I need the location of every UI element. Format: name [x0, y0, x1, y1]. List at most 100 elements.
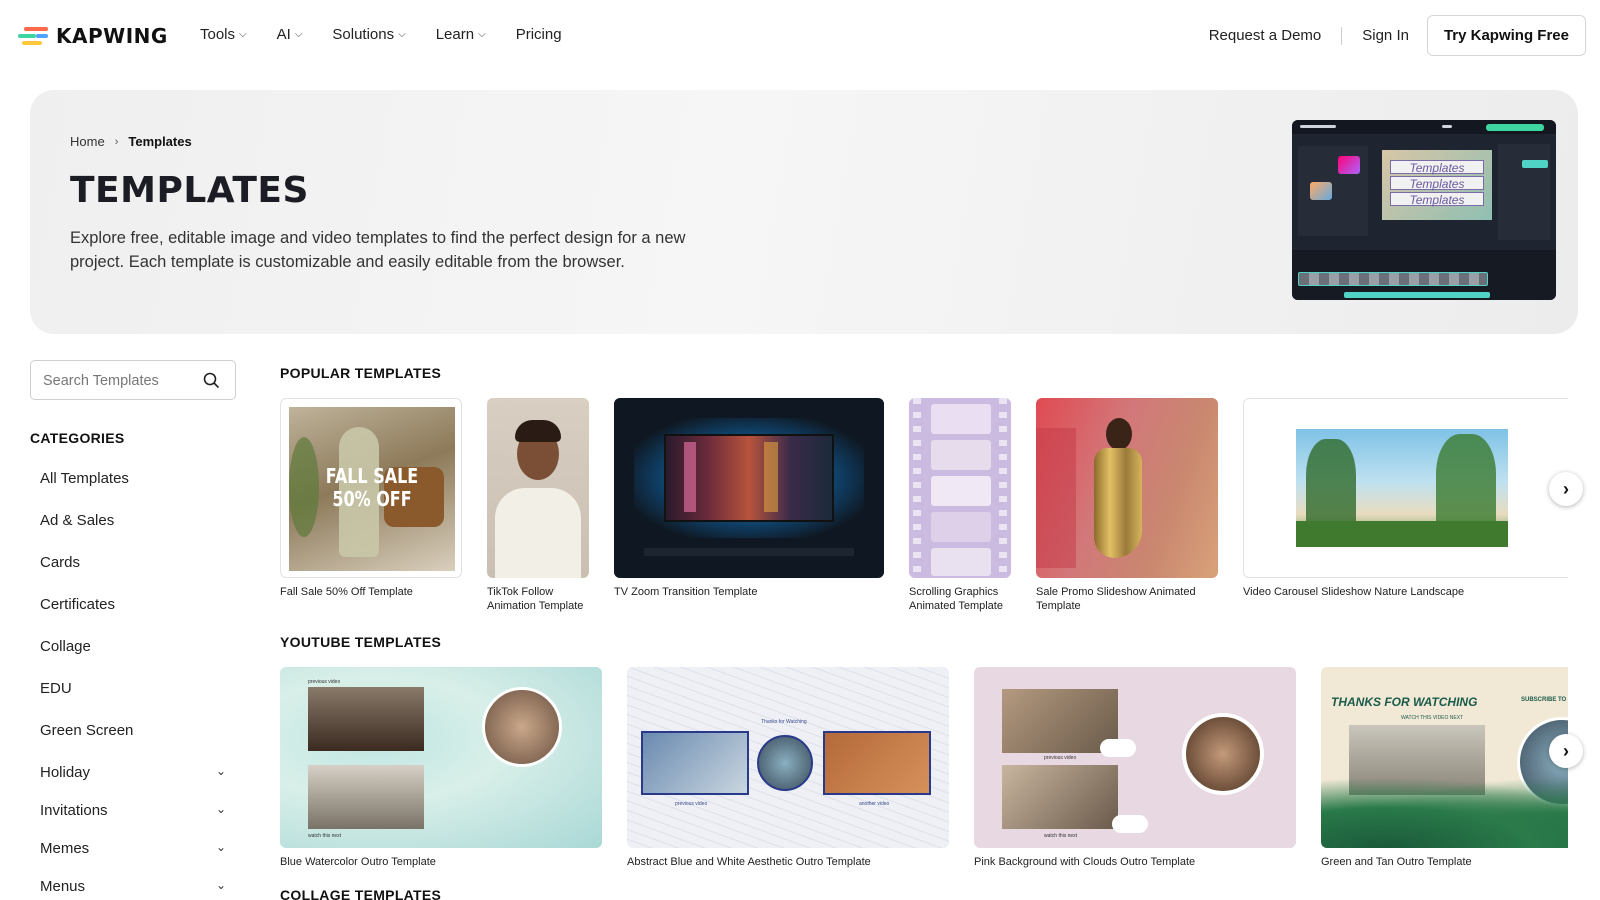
template-thumbnail — [1036, 398, 1218, 578]
template-caption: Fall Sale 50% Off Template — [280, 586, 413, 598]
category-label: Menus — [40, 878, 86, 895]
youtube-templates-row: previous video watch this next Blue Wate… — [280, 667, 1568, 872]
preview-text: Templates — [1390, 176, 1484, 191]
search-icon[interactable] — [203, 372, 219, 388]
thumb-label: WATCH THIS VIDEO NEXT — [1401, 715, 1464, 721]
top-nav: KAPWING Tools ⌵ AI ⌵ Solutions ⌵ Learn ⌵ Pri… — [0, 0, 1600, 70]
next-arrow-button[interactable]: › — [1549, 472, 1583, 506]
category-label: Green Screen — [40, 722, 134, 739]
category-all-templates[interactable]: All Templates — [40, 466, 230, 508]
nav-actions: Request a Demo Sign In Try Kapwing Free — [1209, 15, 1600, 56]
category-label: Memes — [40, 840, 90, 857]
categories-heading: CATEGORIES — [30, 430, 125, 446]
category-label: EDU — [40, 680, 72, 697]
request-demo-link[interactable]: Request a Demo — [1209, 27, 1322, 44]
category-label: Certificates — [40, 596, 116, 613]
thumb-label: THANKS FOR WATCHING — [1331, 695, 1478, 709]
category-certificates[interactable]: Certificates — [40, 592, 230, 634]
search-input[interactable] — [43, 369, 193, 393]
chevron-down-icon[interactable]: ⌄ — [216, 840, 226, 854]
popular-templates-row: FALL SALE 50% OFF Fall Sale 50% Off Temp… — [280, 398, 1568, 620]
preview-text: Templates — [1390, 160, 1484, 175]
nav-learn-label: Learn — [435, 26, 475, 43]
template-thumbnail — [487, 398, 589, 578]
thumb-label: another video — [859, 801, 890, 807]
category-holiday[interactable]: Holiday ⌄ — [40, 760, 230, 798]
thumb-label: SUBSCRIBE TO — [1521, 697, 1567, 703]
template-card[interactable]: FALL SALE 50% OFF Fall Sale 50% Off Temp… — [280, 398, 462, 599]
category-memes[interactable]: Memes ⌄ — [40, 836, 230, 874]
nav-tools[interactable]: Tools ⌵ — [200, 26, 247, 43]
template-thumbnail — [614, 398, 884, 578]
template-caption: Scrolling Graphics Animated Template — [909, 586, 1003, 612]
chevron-down-icon[interactable]: ⌄ — [216, 764, 226, 778]
template-caption: Abstract Blue and White Aesthetic Outro … — [627, 856, 871, 868]
thumb-label: previous video — [675, 801, 708, 807]
template-caption: Sale Promo Slideshow Animated Template — [1036, 586, 1196, 612]
template-caption: TikTok Follow Animation Template — [487, 586, 584, 612]
category-green-screen[interactable]: Green Screen — [40, 718, 230, 760]
nav-menu: Tools ⌵ AI ⌵ Solutions ⌵ Learn ⌵ Pricing — [200, 26, 592, 43]
next-arrow-button[interactable]: › — [1549, 734, 1583, 768]
template-card[interactable]: THANKS FOR WATCHING SUBSCRIBE TO WATCH T… — [1321, 667, 1568, 869]
template-card[interactable]: previous video watch this next Pink Back… — [974, 667, 1296, 869]
category-list: All Templates Ad & Sales Cards Certifica… — [40, 466, 230, 900]
search-box — [30, 360, 236, 400]
template-card[interactable]: previous video watch this next Blue Wate… — [280, 667, 602, 869]
chevron-down-icon[interactable]: ⌄ — [216, 802, 226, 816]
category-ad-sales[interactable]: Ad & Sales — [40, 508, 230, 550]
nav-solutions-label: Solutions — [332, 26, 395, 43]
chevron-right-icon: › — [1563, 740, 1569, 761]
sign-in-link[interactable]: Sign In — [1362, 27, 1409, 44]
chevron-down-icon: ⌵ — [239, 29, 247, 40]
template-card[interactable]: Scrolling Graphics Animated Template — [909, 398, 1011, 613]
preview-text: Templates — [1390, 192, 1484, 207]
chevron-right-icon: › — [114, 135, 119, 148]
template-thumbnail: Thanks for Watching previous video anoth… — [627, 667, 949, 848]
template-thumbnail: THANKS FOR WATCHING SUBSCRIBE TO WATCH T… — [1321, 667, 1568, 848]
template-thumbnail: previous video watch this next — [974, 667, 1296, 848]
template-thumbnail — [909, 398, 1011, 578]
section-title-popular: POPULAR TEMPLATES — [280, 365, 442, 381]
template-thumbnail: previous video watch this next — [280, 667, 602, 848]
category-edu[interactable]: EDU — [40, 676, 230, 718]
nav-pricing[interactable]: Pricing — [516, 26, 562, 43]
brand-name: KAPWING — [56, 24, 168, 48]
thumb-label: watch this next — [1044, 833, 1078, 839]
logo-icon — [18, 26, 48, 47]
breadcrumb: Home › Templates — [70, 134, 192, 149]
template-card[interactable]: Video Carousel Slideshow Nature Landscap… — [1243, 398, 1568, 599]
thumb-label: watch this next — [308, 833, 342, 839]
nav-learn[interactable]: Learn ⌵ — [436, 26, 486, 43]
category-label: Invitations — [40, 802, 108, 819]
template-card[interactable]: TikTok Follow Animation Template — [487, 398, 589, 613]
category-label: All Templates — [40, 470, 129, 487]
nav-divider — [1341, 26, 1343, 45]
kapwing-logo[interactable]: KAPWING — [18, 24, 168, 48]
hero-banner: Home › Templates TEMPLATES Explore free,… — [30, 90, 1578, 334]
breadcrumb-home[interactable]: Home — [70, 134, 105, 149]
try-free-button[interactable]: Try Kapwing Free — [1426, 15, 1586, 56]
category-invitations[interactable]: Invitations ⌄ — [40, 798, 230, 836]
template-caption: Video Carousel Slideshow Nature Landscap… — [1243, 586, 1465, 598]
category-label: Ad & Sales — [40, 512, 115, 529]
category-label: Collage — [40, 638, 91, 655]
thumb-label: Thanks for Watching — [761, 719, 807, 725]
category-menus[interactable]: Menus ⌄ — [40, 874, 230, 900]
page-description: Explore free, editable image and video t… — [70, 229, 686, 271]
template-card[interactable]: TV Zoom Transition Template — [614, 398, 884, 599]
chevron-right-icon: › — [1563, 478, 1569, 499]
section-title-youtube: YOUTUBE TEMPLATES — [280, 634, 442, 650]
nav-solutions[interactable]: Solutions ⌵ — [332, 26, 405, 43]
section-title-collage: COLLAGE TEMPLATES — [280, 887, 442, 900]
thumb-label: previous video — [1044, 755, 1077, 761]
template-caption: Blue Watercolor Outro Template — [280, 856, 436, 868]
category-cards[interactable]: Cards — [40, 550, 230, 592]
template-card[interactable]: Sale Promo Slideshow Animated Template — [1036, 398, 1218, 613]
nav-ai[interactable]: AI ⌵ — [277, 26, 303, 43]
template-card[interactable]: Thanks for Watching previous video anoth… — [627, 667, 949, 869]
chevron-down-icon: ⌵ — [294, 29, 303, 40]
chevron-down-icon[interactable]: ⌄ — [216, 878, 226, 892]
chevron-down-icon: ⌵ — [478, 29, 486, 40]
category-collage[interactable]: Collage — [40, 634, 230, 676]
